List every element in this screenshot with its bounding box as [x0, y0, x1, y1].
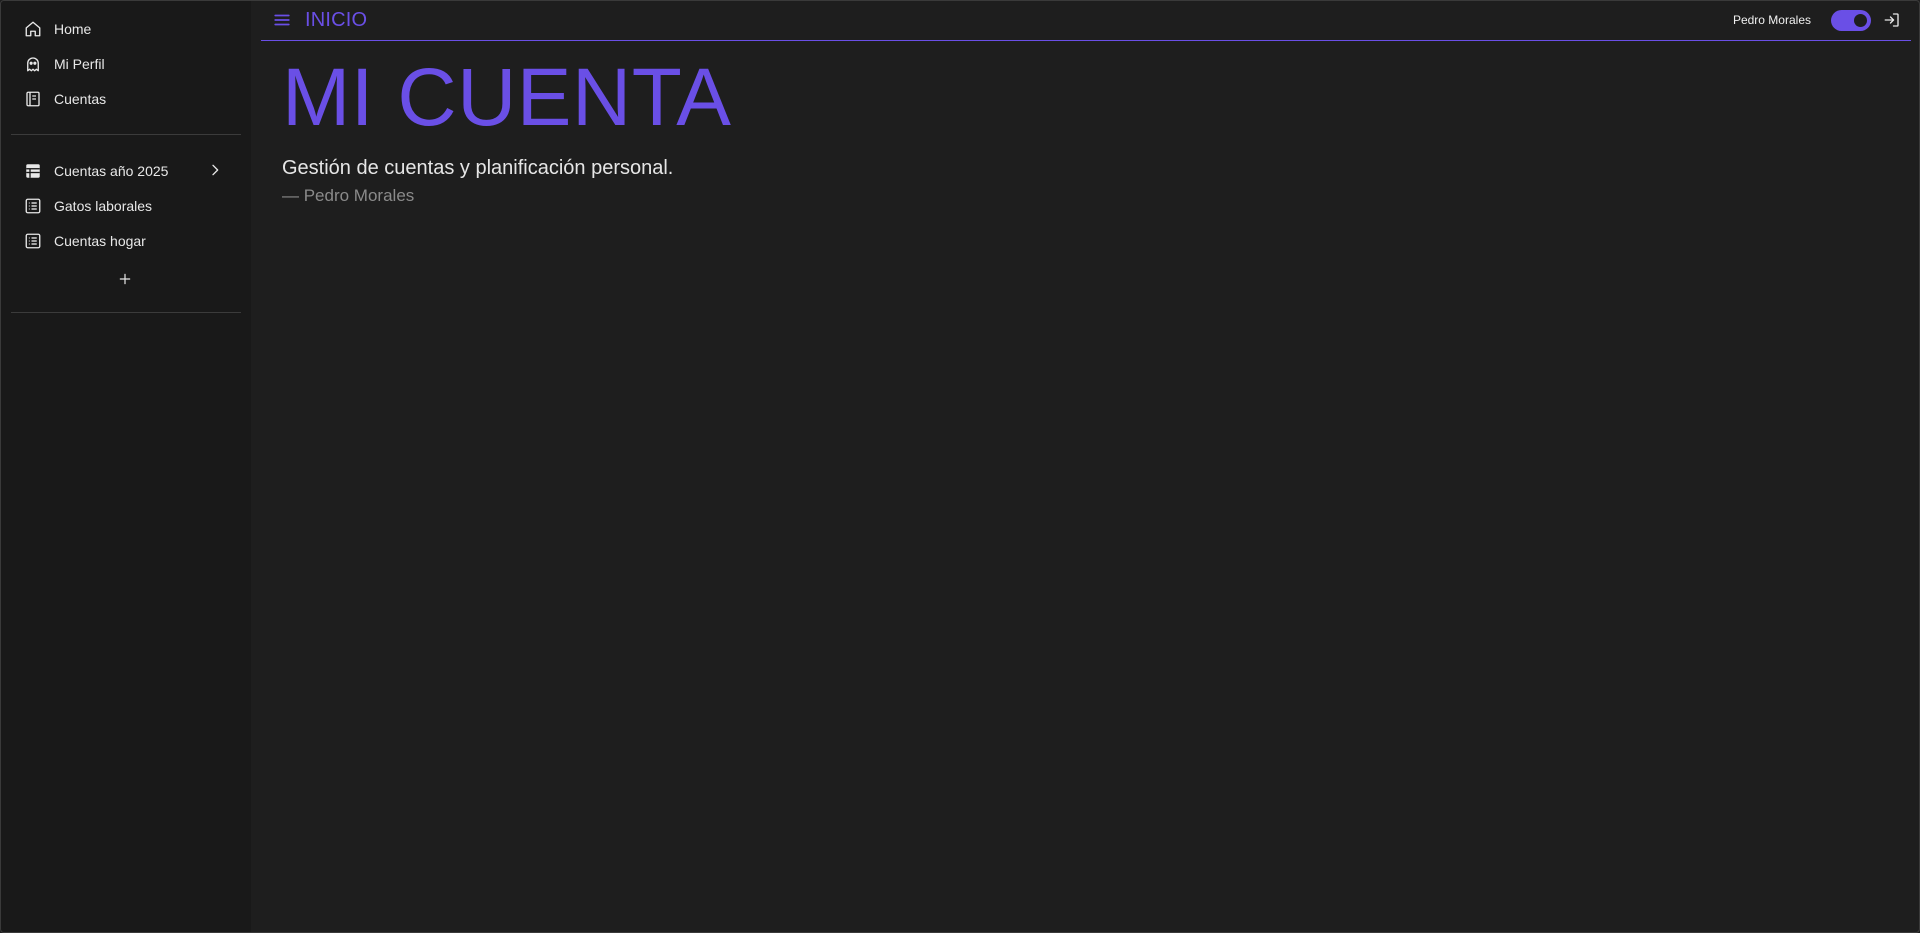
add-sheet-button[interactable] — [1, 258, 251, 300]
sidebar-item-label: Home — [54, 20, 92, 37]
quote-text: Gestión de cuentas y planificación perso… — [282, 157, 674, 179]
top-bar: INICIO Pedro Morales — [261, 1, 1911, 41]
sidebar-primary-nav: Home Mi Perfil Cuentas — [1, 1, 251, 116]
sidebar-item-label: Cuentas — [54, 90, 107, 107]
sidebar-item-label: Cuentas hogar — [54, 232, 146, 249]
sidebar-item-home[interactable]: Home — [1, 11, 251, 46]
sidebar-item-gatos-laborales[interactable]: Gatos laborales — [1, 188, 251, 223]
list-icon — [24, 232, 42, 250]
sidebar-item-label: Mi Perfil — [54, 55, 105, 72]
sidebar: Home Mi Perfil Cuentas Cuentas año 2025 … — [1, 1, 251, 932]
plus-icon — [119, 273, 131, 285]
logout-icon[interactable] — [1883, 11, 1901, 29]
notebook-icon — [24, 90, 42, 108]
toggle-knob — [1854, 14, 1867, 27]
sidebar-item-label: Cuentas año 2025 — [54, 162, 169, 179]
user-name: Pedro Morales — [1732, 13, 1811, 27]
table-icon — [24, 162, 42, 180]
hamburger-menu-icon[interactable] — [273, 11, 291, 29]
sidebar-item-cuentas-hogar[interactable]: Cuentas hogar — [1, 223, 251, 258]
sidebar-item-cuentas[interactable]: Cuentas — [1, 81, 251, 116]
sidebar-item-mi-perfil[interactable]: Mi Perfil — [1, 46, 251, 81]
home-icon — [24, 20, 42, 38]
list-icon — [24, 197, 42, 215]
main-content: MI CUENTA Gestión de cuentas y planifica… — [282, 53, 731, 206]
page-title: MI CUENTA — [282, 52, 732, 143]
sidebar-sheets-nav: Cuentas año 2025 Gatos laborales Cuentas… — [1, 153, 251, 300]
sidebar-divider — [11, 134, 241, 135]
page-section-title: INICIO — [305, 9, 368, 31]
ghost-icon — [24, 55, 42, 73]
theme-toggle[interactable] — [1831, 10, 1871, 31]
sidebar-item-label: Gatos laborales — [54, 197, 153, 214]
app-window: Home Mi Perfil Cuentas Cuentas año 2025 … — [0, 0, 1920, 933]
quote-author: — Pedro Morales — [282, 186, 415, 205]
chevron-right-icon[interactable] — [207, 162, 223, 178]
sidebar-divider — [11, 312, 241, 313]
sidebar-item-cuentas-2025[interactable]: Cuentas año 2025 — [1, 153, 251, 188]
